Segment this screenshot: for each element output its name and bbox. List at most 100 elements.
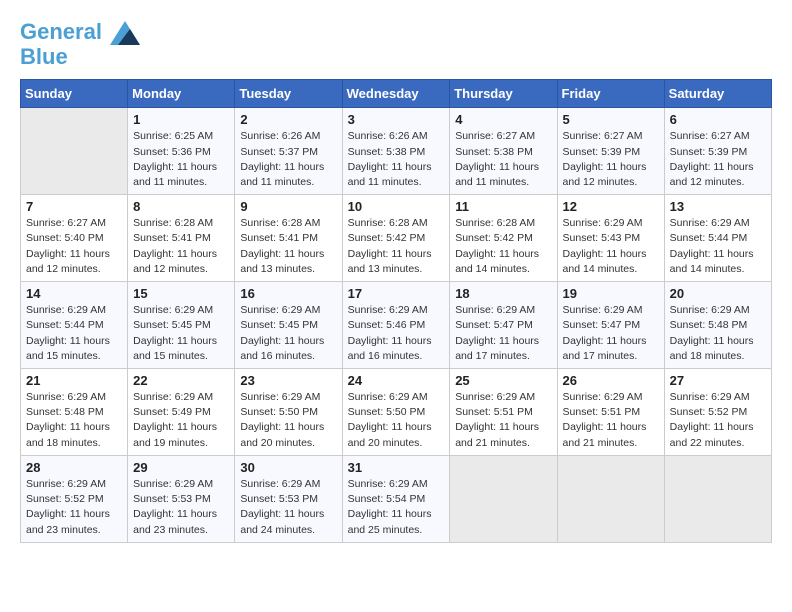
day-info: Sunrise: 6:29 AMSunset: 5:50 PMDaylight:… (348, 390, 445, 451)
calendar-cell: 28 Sunrise: 6:29 AMSunset: 5:52 PMDayligh… (21, 455, 128, 542)
calendar-week-row: 7Sunrise: 6:27 AMSunset: 5:40 PMDaylight… (21, 195, 772, 282)
calendar-cell: 20Sunrise: 6:29 AMSunset: 5:48 PMDayligh… (664, 282, 771, 369)
header-thursday: Thursday (450, 80, 557, 108)
calendar-cell: 12 Sunrise: 6:29 AMSunset: 5:43 PMDayligh… (557, 195, 664, 282)
day-info: Sunrise: 6:27 AMSunset: 5:38 PMDaylight:… (455, 129, 551, 190)
day-number: 5 (563, 112, 659, 127)
day-number: 2 (240, 112, 336, 127)
calendar-cell: 13Sunrise: 6:29 AMSunset: 5:44 PMDayligh… (664, 195, 771, 282)
day-info: Sunrise: 6:29 AMSunset: 5:47 PMDaylight:… (563, 303, 659, 364)
day-info: Sunrise: 6:27 AMSunset: 5:39 PMDaylight:… (670, 129, 766, 190)
day-number: 15 (133, 286, 229, 301)
calendar-cell (21, 108, 128, 195)
calendar-cell: 19 Sunrise: 6:29 AMSunset: 5:47 PMDayligh… (557, 282, 664, 369)
day-info: Sunrise: 6:29 AMSunset: 5:45 PMDaylight:… (240, 303, 336, 364)
calendar-cell: 3 Sunrise: 6:26 AMSunset: 5:38 PMDaylight… (342, 108, 450, 195)
day-info: Sunrise: 6:29 AMSunset: 5:46 PMDaylight:… (348, 303, 445, 364)
calendar-cell: 24 Sunrise: 6:29 AMSunset: 5:50 PMDayligh… (342, 369, 450, 456)
day-number: 20 (670, 286, 766, 301)
calendar-header-row: SundayMondayTuesdayWednesdayThursdayFrid… (21, 80, 772, 108)
calendar-cell (557, 455, 664, 542)
day-info: Sunrise: 6:29 AMSunset: 5:45 PMDaylight:… (133, 303, 229, 364)
day-number: 11 (455, 199, 551, 214)
day-number: 9 (240, 199, 336, 214)
day-info: Sunrise: 6:25 AMSunset: 5:36 PMDaylight:… (133, 129, 229, 190)
day-info: Sunrise: 6:28 AMSunset: 5:42 PMDaylight:… (455, 216, 551, 277)
calendar-week-row: 21Sunrise: 6:29 AMSunset: 5:48 PMDayligh… (21, 369, 772, 456)
calendar-week-row: 28 Sunrise: 6:29 AMSunset: 5:52 PMDayligh… (21, 455, 772, 542)
day-number: 12 (563, 199, 659, 214)
day-info: Sunrise: 6:29 AMSunset: 5:51 PMDaylight:… (563, 390, 659, 451)
day-number: 8 (133, 199, 229, 214)
day-number: 16 (240, 286, 336, 301)
day-number: 26 (563, 373, 659, 388)
day-number: 28 (26, 460, 122, 475)
day-number: 3 (348, 112, 445, 127)
calendar-cell: 21Sunrise: 6:29 AMSunset: 5:48 PMDayligh… (21, 369, 128, 456)
calendar-cell: 22 Sunrise: 6:29 AMSunset: 5:49 PMDayligh… (128, 369, 235, 456)
calendar-cell: 29Sunrise: 6:29 AMSunset: 5:53 PMDayligh… (128, 455, 235, 542)
calendar-cell: 25Sunrise: 6:29 AMSunset: 5:51 PMDayligh… (450, 369, 557, 456)
calendar-cell (450, 455, 557, 542)
calendar-cell (664, 455, 771, 542)
day-number: 25 (455, 373, 551, 388)
header-wednesday: Wednesday (342, 80, 450, 108)
day-number: 18 (455, 286, 551, 301)
logo-text2: Blue (20, 45, 140, 69)
calendar-body: 1Sunrise: 6:25 AMSunset: 5:36 PMDaylight… (21, 108, 772, 542)
day-number: 13 (670, 199, 766, 214)
calendar-cell: 16 Sunrise: 6:29 AMSunset: 5:45 PMDayligh… (235, 282, 342, 369)
day-info: Sunrise: 6:29 AMSunset: 5:52 PMDaylight:… (26, 477, 122, 538)
day-info: Sunrise: 6:27 AMSunset: 5:40 PMDaylight:… (26, 216, 122, 277)
day-info: Sunrise: 6:29 AMSunset: 5:47 PMDaylight:… (455, 303, 551, 364)
day-info: Sunrise: 6:29 AMSunset: 5:49 PMDaylight:… (133, 390, 229, 451)
calendar-cell: 27 Sunrise: 6:29 AMSunset: 5:52 PMDayligh… (664, 369, 771, 456)
calendar-cell: 11 Sunrise: 6:28 AMSunset: 5:42 PMDayligh… (450, 195, 557, 282)
header-tuesday: Tuesday (235, 80, 342, 108)
day-number: 4 (455, 112, 551, 127)
day-info: Sunrise: 6:29 AMSunset: 5:43 PMDaylight:… (563, 216, 659, 277)
calendar-cell: 14 Sunrise: 6:29 AMSunset: 5:44 PMDayligh… (21, 282, 128, 369)
day-number: 29 (133, 460, 229, 475)
calendar-cell: 1Sunrise: 6:25 AMSunset: 5:36 PMDaylight… (128, 108, 235, 195)
day-number: 31 (348, 460, 445, 475)
calendar-cell: 18 Sunrise: 6:29 AMSunset: 5:47 PMDayligh… (450, 282, 557, 369)
day-info: Sunrise: 6:28 AMSunset: 5:42 PMDaylight:… (348, 216, 445, 277)
header-monday: Monday (128, 80, 235, 108)
day-number: 19 (563, 286, 659, 301)
day-number: 10 (348, 199, 445, 214)
day-number: 6 (670, 112, 766, 127)
day-info: Sunrise: 6:27 AMSunset: 5:39 PMDaylight:… (563, 129, 659, 190)
calendar-cell: 5 Sunrise: 6:27 AMSunset: 5:39 PMDaylight… (557, 108, 664, 195)
calendar-cell: 7Sunrise: 6:27 AMSunset: 5:40 PMDaylight… (21, 195, 128, 282)
day-number: 14 (26, 286, 122, 301)
calendar-cell: 9 Sunrise: 6:28 AMSunset: 5:41 PMDaylight… (235, 195, 342, 282)
day-info: Sunrise: 6:28 AMSunset: 5:41 PMDaylight:… (240, 216, 336, 277)
day-info: Sunrise: 6:29 AMSunset: 5:44 PMDaylight:… (26, 303, 122, 364)
day-number: 21 (26, 373, 122, 388)
day-info: Sunrise: 6:29 AMSunset: 5:50 PMDaylight:… (240, 390, 336, 451)
calendar-cell: 4 Sunrise: 6:27 AMSunset: 5:38 PMDaylight… (450, 108, 557, 195)
header-friday: Friday (557, 80, 664, 108)
day-number: 22 (133, 373, 229, 388)
day-info: Sunrise: 6:29 AMSunset: 5:54 PMDaylight:… (348, 477, 445, 538)
calendar-cell: 23 Sunrise: 6:29 AMSunset: 5:50 PMDayligh… (235, 369, 342, 456)
page-header: General Blue (20, 20, 772, 69)
day-number: 27 (670, 373, 766, 388)
calendar-cell: 17 Sunrise: 6:29 AMSunset: 5:46 PMDayligh… (342, 282, 450, 369)
calendar-table: SundayMondayTuesdayWednesdayThursdayFrid… (20, 79, 772, 542)
calendar-cell: 31 Sunrise: 6:29 AMSunset: 5:54 PMDayligh… (342, 455, 450, 542)
logo-text: General (20, 20, 140, 45)
day-number: 17 (348, 286, 445, 301)
day-info: Sunrise: 6:28 AMSunset: 5:41 PMDaylight:… (133, 216, 229, 277)
day-info: Sunrise: 6:29 AMSunset: 5:52 PMDaylight:… (670, 390, 766, 451)
day-number: 24 (348, 373, 445, 388)
header-sunday: Sunday (21, 80, 128, 108)
day-info: Sunrise: 6:26 AMSunset: 5:38 PMDaylight:… (348, 129, 445, 190)
logo: General Blue (20, 20, 140, 69)
day-info: Sunrise: 6:26 AMSunset: 5:37 PMDaylight:… (240, 129, 336, 190)
header-saturday: Saturday (664, 80, 771, 108)
calendar-cell: 8 Sunrise: 6:28 AMSunset: 5:41 PMDaylight… (128, 195, 235, 282)
day-number: 23 (240, 373, 336, 388)
day-info: Sunrise: 6:29 AMSunset: 5:53 PMDaylight:… (240, 477, 336, 538)
